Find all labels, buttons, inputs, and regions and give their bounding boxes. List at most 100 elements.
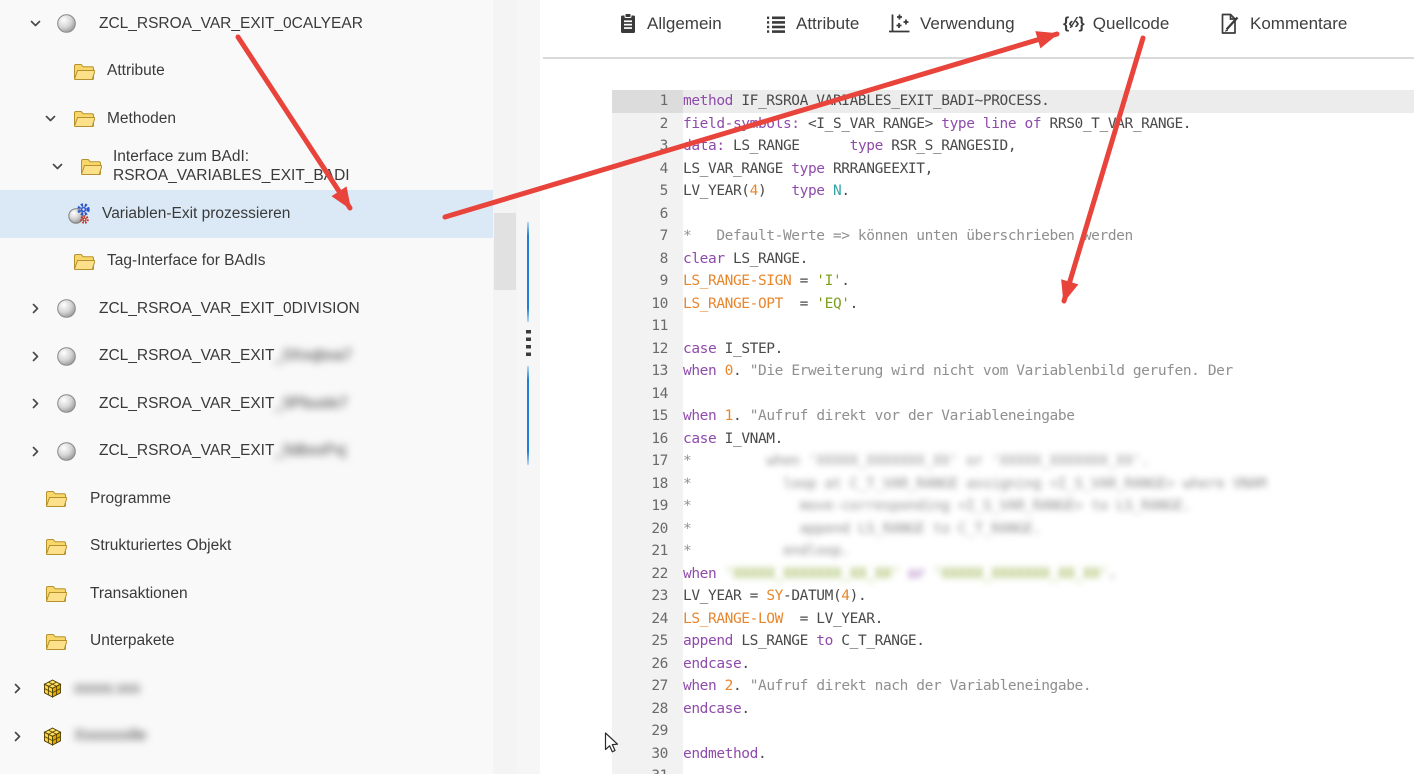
- sidebar-item-label: Xxxxxxxlle: [74, 727, 146, 745]
- code-line[interactable]: 12case I_STEP.: [540, 338, 1414, 361]
- code-text: * Default-Werte => können unten überschr…: [683, 225, 1414, 248]
- sidebar-item-class-0division[interactable]: ZCL_RSROA_VAR_EXIT_0DIVISION: [0, 285, 493, 333]
- code-line[interactable]: 4LS_VAR_RANGE type RRRANGEEXIT,: [540, 158, 1414, 181]
- sidebar-item-label: Programme: [90, 490, 171, 508]
- chevron-down-icon[interactable]: [48, 157, 66, 175]
- sidebar-item-tag-interface-folder[interactable]: Tag-Interface for BAdIs: [0, 238, 493, 286]
- code-text: endcase.: [683, 698, 1414, 721]
- code-line[interactable]: 17* when 'XXXXX_XXXXXXX_XX' or 'XXXXX_XX…: [540, 450, 1414, 473]
- splitter-grip-handle[interactable]: [526, 330, 531, 357]
- sidebar-item-package-blurred-2[interactable]: Xxxxxxxlle: [0, 713, 493, 761]
- line-number: 27: [612, 675, 683, 698]
- tabbar-divider: [543, 57, 1414, 59]
- code-line[interactable]: 28endcase.: [540, 698, 1414, 721]
- sidebar-item-label: Tag-Interface for BAdIs: [107, 252, 266, 270]
- line-number: 6: [612, 203, 683, 226]
- tab-label: Kommentare: [1250, 14, 1347, 34]
- code-line[interactable]: 3data: LS_RANGE type RSR_S_RANGESID,: [540, 135, 1414, 158]
- tab-bar: Allgemein Attribute Verwendung {‹∕›} Que…: [540, 0, 1414, 57]
- clipboard-icon: [618, 12, 638, 36]
- code-line[interactable]: 29: [540, 720, 1414, 743]
- sidebar-item-programme[interactable]: Programme: [0, 475, 493, 523]
- code-line[interactable]: 14: [540, 383, 1414, 406]
- sidebar-item-unterpakete[interactable]: Unterpakete: [0, 618, 493, 666]
- code-line[interactable]: 20* append LS_RANGE to C_T_RANGE.: [540, 518, 1414, 541]
- code-braces-icon: {‹∕›}: [1063, 15, 1084, 33]
- sidebar-item-package-blurred-1[interactable]: xxxxx.xxx: [0, 665, 493, 713]
- code-line[interactable]: 21* endloop.: [540, 540, 1414, 563]
- code-line[interactable]: 24LS_RANGE-LOW = LV_YEAR.: [540, 608, 1414, 631]
- chevron-right-icon[interactable]: [26, 347, 44, 365]
- code-line[interactable]: 19* move-corresponding <I_S_VAR_RANGE> t…: [540, 495, 1414, 518]
- code-line[interactable]: 6: [540, 203, 1414, 226]
- tab-attribute[interactable]: Attribute: [765, 8, 859, 40]
- tab-verwendung[interactable]: Verwendung: [888, 8, 1015, 40]
- code-line[interactable]: 27when 2. "Aufruf direkt nach der Variab…: [540, 675, 1414, 698]
- code-line[interactable]: 2field-symbols: <I_S_VAR_RANGE> type lin…: [540, 113, 1414, 136]
- class-icon: [56, 298, 77, 319]
- tab-quellcode[interactable]: {‹∕›} Quellcode: [1063, 8, 1169, 40]
- code-line[interactable]: 25append LS_RANGE to C_T_RANGE.: [540, 630, 1414, 653]
- line-number: 31: [612, 765, 683, 774]
- method-gears-icon: [68, 202, 92, 226]
- code-text: LS_RANGE-SIGN = 'I'.: [683, 270, 1414, 293]
- code-line[interactable]: 9LS_RANGE-SIGN = 'I'.: [540, 270, 1414, 293]
- code-line[interactable]: 16case I_VNAM.: [540, 428, 1414, 451]
- class-icon: [56, 393, 77, 414]
- code-line[interactable]: 7* Default-Werte => können unten übersch…: [540, 225, 1414, 248]
- sidebar-item-class-blurred-1[interactable]: ZCL_RSROA_VAR_EXIT_0Xxqbxa7: [0, 333, 493, 381]
- tab-allgemein[interactable]: Allgemein: [618, 8, 722, 40]
- tree-scrollbar-track[interactable]: [493, 0, 517, 774]
- code-line[interactable]: 26endcase.: [540, 653, 1414, 676]
- line-number: 20: [612, 518, 683, 541]
- code-line[interactable]: 30endmethod.: [540, 743, 1414, 766]
- line-number: 12: [612, 338, 683, 361]
- tab-kommentare[interactable]: Kommentare: [1218, 8, 1347, 40]
- code-line[interactable]: 22when 'XXXXX_XXXXXXX_XX_XX' or 'XXXXX_X…: [540, 563, 1414, 586]
- line-number: 24: [612, 608, 683, 631]
- code-text: clear LS_RANGE.: [683, 248, 1414, 271]
- line-number: 2: [612, 113, 683, 136]
- code-line[interactable]: 5LV_YEAR(4) type N.: [540, 180, 1414, 203]
- sidebar-item-badi-interface-folder[interactable]: Interface zum BAdI: RSROA_VARIABLES_EXIT…: [0, 143, 493, 191]
- abap-source-editor[interactable]: 1method IF_RSROA_VARIABLES_EXIT_BADI~PRO…: [540, 90, 1414, 774]
- code-line[interactable]: 15when 1. "Aufruf direkt vor der Variabl…: [540, 405, 1414, 428]
- code-text: case I_STEP.: [683, 338, 1414, 361]
- code-text: * move-corresponding <I_S_VAR_RANGE> to …: [683, 495, 1414, 518]
- code-line[interactable]: 10LS_RANGE-OPT = 'EQ'.: [540, 293, 1414, 316]
- chevron-right-icon[interactable]: [8, 727, 26, 745]
- code-text: method IF_RSROA_VARIABLES_EXIT_BADI~PROC…: [683, 90, 1414, 113]
- code-line[interactable]: 23LV_YEAR = SY-DATUM(4).: [540, 585, 1414, 608]
- code-line[interactable]: 1method IF_RSROA_VARIABLES_EXIT_BADI~PRO…: [540, 90, 1414, 113]
- code-text: endcase.: [683, 653, 1414, 676]
- code-line[interactable]: 18* loop at C_T_VAR_RANGE assigning <I_S…: [540, 473, 1414, 496]
- sidebar-item-variablen-exit-selected[interactable]: Variablen-Exit prozessieren: [0, 190, 493, 238]
- blurred-text: move-corresponding <I_S_VAR_RANGE> to LS…: [691, 498, 1191, 514]
- splitter-line: [527, 366, 529, 465]
- code-line[interactable]: 31: [540, 765, 1414, 774]
- sidebar-item-methoden-folder[interactable]: Methoden: [0, 95, 493, 143]
- sidebar-item-transaktionen[interactable]: Transaktionen: [0, 570, 493, 618]
- line-number: 22: [612, 563, 683, 586]
- chevron-right-icon[interactable]: [8, 680, 26, 698]
- sidebar-item-label: Strukturiertes Objekt: [90, 537, 231, 555]
- code-line[interactable]: 8clear LS_RANGE.: [540, 248, 1414, 271]
- sidebar-item-class-0calyear[interactable]: ZCL_RSROA_VAR_EXIT_0CALYEAR: [0, 0, 493, 48]
- tree-scrollbar-thumb[interactable]: [494, 213, 516, 290]
- code-text: LS_VAR_RANGE type RRRANGEEXIT,: [683, 158, 1414, 181]
- chevron-down-icon[interactable]: [26, 15, 44, 33]
- sidebar-item-attribute-folder[interactable]: Attribute: [0, 48, 493, 96]
- sidebar-item-label: ZCL_RSROA_VAR_EXIT_0Xxqbxa7: [99, 347, 352, 365]
- chevron-right-icon[interactable]: [26, 300, 44, 318]
- chevron-right-icon[interactable]: [26, 395, 44, 413]
- sidebar-item-strukturiertes-objekt[interactable]: Strukturiertes Objekt: [0, 523, 493, 571]
- code-line[interactable]: 13when 0. "Die Erweiterung wird nicht vo…: [540, 360, 1414, 383]
- code-line[interactable]: 11: [540, 315, 1414, 338]
- chevron-down-icon[interactable]: [41, 110, 59, 128]
- chevron-right-icon[interactable]: [26, 442, 44, 460]
- sidebar-item-class-blurred-3[interactable]: ZCL_RSROA_VAR_EXIT_0dbxxPxj: [0, 428, 493, 476]
- sidebar-item-class-blurred-2[interactable]: ZCL_RSROA_VAR_EXIT_0Pbusle7: [0, 380, 493, 428]
- sidebar-item-label: ZCL_RSROA_VAR_EXIT_0CALYEAR: [99, 15, 363, 33]
- panel-splitter[interactable]: [517, 0, 540, 774]
- line-number: 9: [612, 270, 683, 293]
